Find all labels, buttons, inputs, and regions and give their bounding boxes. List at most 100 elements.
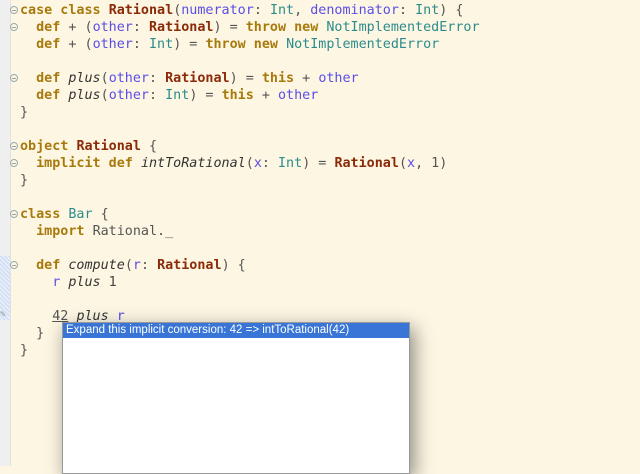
code-token: def bbox=[20, 20, 69, 35]
fold-collapse-icon[interactable]: − bbox=[10, 74, 18, 83]
code-token: ) = bbox=[173, 37, 206, 52]
code-token: ( bbox=[124, 258, 133, 273]
code-line: import Rational._ bbox=[20, 223, 480, 240]
code-token: NotImplementedError bbox=[286, 37, 440, 52]
code-token: } bbox=[20, 173, 29, 188]
code-token: Int bbox=[415, 3, 440, 18]
code-token: compute bbox=[68, 258, 125, 273]
code-token: def bbox=[20, 258, 69, 273]
code-token: plus bbox=[68, 88, 101, 103]
code-line: implicit def intToRational(x: Int) = Rat… bbox=[20, 155, 480, 172]
code-token: object bbox=[20, 139, 77, 154]
code-token: ) = bbox=[189, 88, 222, 103]
code-token: Int bbox=[278, 156, 303, 171]
code-token: r bbox=[132, 258, 141, 273]
code-token: 1 bbox=[100, 275, 117, 290]
code-token: ) = bbox=[229, 71, 262, 86]
code-token: plus bbox=[68, 71, 101, 86]
code-line: class Bar { bbox=[20, 206, 480, 223]
code-token: } bbox=[20, 343, 29, 358]
code-line: def compute(r: Rational) { bbox=[20, 257, 480, 274]
code-token: + bbox=[253, 88, 278, 103]
code-token: , bbox=[294, 3, 311, 18]
code-editor[interactable]: case class Rational(numerator: Int, deno… bbox=[20, 2, 480, 359]
code-line: } bbox=[20, 172, 480, 189]
code-token: denominator bbox=[310, 3, 399, 18]
code-token: + ( bbox=[68, 20, 93, 35]
code-token: ( bbox=[245, 156, 254, 171]
code-token: other bbox=[108, 88, 149, 103]
code-token: } bbox=[20, 326, 45, 341]
code-line: object Rational { bbox=[20, 138, 480, 155]
code-token: ) { bbox=[221, 258, 246, 273]
code-token: other bbox=[318, 71, 359, 86]
code-token: Int bbox=[149, 37, 174, 52]
code-token: Int bbox=[165, 88, 190, 103]
code-token: ) = bbox=[213, 20, 246, 35]
code-token: : bbox=[261, 156, 278, 171]
fold-collapse-icon[interactable]: − bbox=[10, 142, 18, 151]
quick-assist-popup: Expand this implicit conversion: 42 => i… bbox=[62, 322, 410, 474]
code-token: class bbox=[20, 207, 69, 222]
fold-collapse-icon[interactable]: − bbox=[10, 6, 18, 15]
code-token: import bbox=[20, 224, 93, 239]
code-token: other bbox=[278, 88, 319, 103]
code-token: Rational bbox=[165, 71, 230, 86]
code-token: other bbox=[92, 37, 133, 52]
code-token: ) = bbox=[302, 156, 335, 171]
code-token: plus bbox=[68, 275, 101, 290]
code-token: ) { bbox=[439, 3, 464, 18]
code-token: : bbox=[149, 71, 166, 86]
code-token: ( bbox=[100, 71, 109, 86]
code-token: ( bbox=[398, 156, 407, 171]
code-token: Int bbox=[269, 3, 295, 18]
fold-collapse-icon[interactable]: − bbox=[10, 261, 18, 270]
code-token: intToRational bbox=[140, 156, 246, 171]
expand-implicit-conversion-item[interactable]: Expand this implicit conversion: 42 => i… bbox=[63, 323, 409, 338]
code-token: Rational._ bbox=[92, 224, 174, 239]
code-token: + ( bbox=[68, 37, 93, 52]
code-token: this bbox=[261, 71, 295, 86]
code-token: Rational bbox=[108, 3, 174, 18]
code-token: Rational bbox=[76, 139, 141, 154]
code-token: ( bbox=[100, 88, 109, 103]
code-token: x bbox=[253, 156, 262, 171]
code-token: numerator bbox=[181, 3, 254, 18]
code-token: : bbox=[140, 258, 158, 273]
code-token: def bbox=[20, 71, 69, 86]
folding-ruler: − − − − − − − bbox=[10, 0, 19, 466]
code-line: def plus(other: Int) = this + other bbox=[20, 87, 480, 104]
code-token: : bbox=[253, 3, 270, 18]
code-token: throw new bbox=[245, 20, 327, 35]
code-line: def plus(other: Rational) = this + other bbox=[20, 70, 480, 87]
fold-collapse-icon[interactable]: − bbox=[10, 210, 18, 219]
code-token: Rational bbox=[334, 156, 399, 171]
code-token: other bbox=[108, 71, 149, 86]
code-token: : bbox=[149, 88, 166, 103]
fold-collapse-icon[interactable]: − bbox=[10, 159, 18, 168]
code-line: def + (other: Int) = throw new NotImplem… bbox=[20, 36, 480, 53]
fold-collapse-icon[interactable]: − bbox=[10, 23, 18, 32]
code-token: other bbox=[92, 20, 133, 35]
code-line: case class Rational(numerator: Int, deno… bbox=[20, 2, 480, 19]
code-line: def + (other: Rational) = throw new NotI… bbox=[20, 19, 479, 36]
code-token: Rational bbox=[157, 258, 222, 273]
code-token: def bbox=[20, 37, 69, 52]
code-token: this bbox=[221, 88, 254, 103]
code-token: : bbox=[132, 37, 149, 52]
code-token: def bbox=[20, 88, 69, 103]
code-line: } bbox=[20, 104, 480, 121]
code-token: Rational bbox=[149, 20, 214, 35]
code-token: implicit def bbox=[20, 156, 141, 171]
code-token: : bbox=[132, 20, 149, 35]
code-token: x bbox=[407, 156, 416, 171]
code-token: + bbox=[294, 71, 319, 86]
quick-fix-icon[interactable]: ✎ bbox=[0, 309, 6, 320]
code-token: { bbox=[140, 139, 158, 154]
